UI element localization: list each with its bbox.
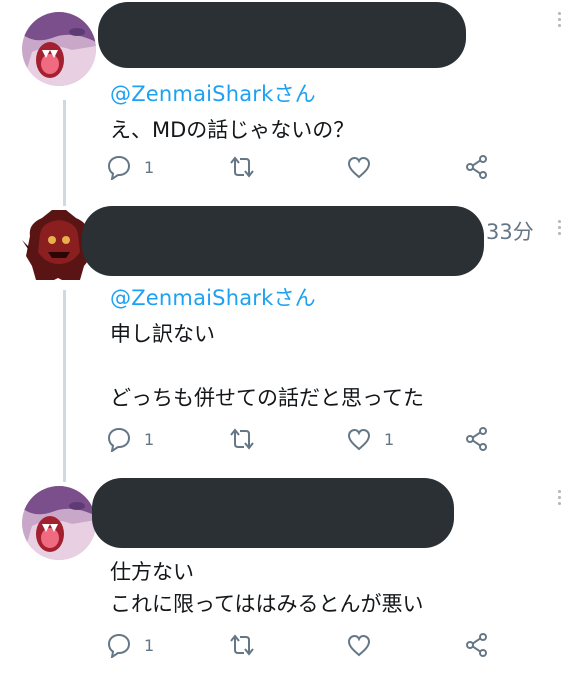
- redacted-username: [98, 2, 466, 68]
- share-button[interactable]: [464, 426, 490, 452]
- like-icon: [347, 428, 371, 451]
- like-button[interactable]: [346, 632, 384, 658]
- thread-line: [63, 290, 66, 482]
- retweet-icon: [230, 634, 254, 656]
- like-count: 1: [384, 429, 395, 449]
- more-icon[interactable]: [558, 490, 562, 505]
- tweet-text-line: 仕方ない: [110, 560, 194, 584]
- share-icon: [466, 155, 487, 179]
- share-icon: [466, 427, 487, 451]
- tweet-actions: 1: [106, 154, 496, 184]
- retweet-icon: [230, 428, 254, 450]
- share-button[interactable]: [464, 632, 490, 658]
- reply-count: 1: [144, 157, 155, 177]
- retweet-button[interactable]: [228, 154, 268, 180]
- tweet-actions: 1 1: [106, 426, 496, 456]
- reply-mention[interactable]: @ZenmaiSharkさん: [110, 78, 316, 108]
- redacted-username: [82, 206, 484, 276]
- like-icon: [347, 156, 371, 179]
- like-button[interactable]: 1: [346, 426, 394, 452]
- reply-icon: [107, 155, 131, 180]
- share-icon: [466, 633, 487, 657]
- avatar[interactable]: [22, 12, 96, 86]
- redacted-username: [92, 478, 454, 548]
- reply-count: 1: [144, 635, 155, 655]
- retweet-button[interactable]: [228, 632, 268, 658]
- like-icon: [347, 634, 371, 657]
- reply-button[interactable]: 1: [106, 632, 154, 658]
- reply-button[interactable]: 1: [106, 154, 154, 180]
- reply-icon: [107, 427, 131, 452]
- reply-mention[interactable]: @ZenmaiSharkさん: [110, 282, 316, 312]
- reply-count: 1: [144, 429, 155, 449]
- avatar[interactable]: [22, 486, 96, 560]
- more-icon[interactable]: [558, 12, 562, 27]
- tweet-text-line: これに限ってははみるとんが悪い: [110, 592, 424, 616]
- retweet-icon: [230, 156, 254, 178]
- share-button[interactable]: [464, 154, 490, 180]
- tweet-actions: 1: [106, 632, 496, 662]
- tweet-text: え、MDの話じゃないの？: [110, 118, 355, 142]
- thread-line: [63, 100, 66, 206]
- retweet-button[interactable]: [228, 426, 268, 452]
- more-icon[interactable]: [558, 220, 562, 235]
- reply-button[interactable]: 1: [106, 426, 154, 452]
- like-button[interactable]: [346, 154, 384, 180]
- tweet-text-line: 申し訳ない: [110, 322, 215, 346]
- reply-icon: [107, 633, 131, 658]
- timestamp[interactable]: 33分: [486, 216, 534, 246]
- tweet-text-line: どっちも併せての話だと思ってた: [110, 386, 424, 410]
